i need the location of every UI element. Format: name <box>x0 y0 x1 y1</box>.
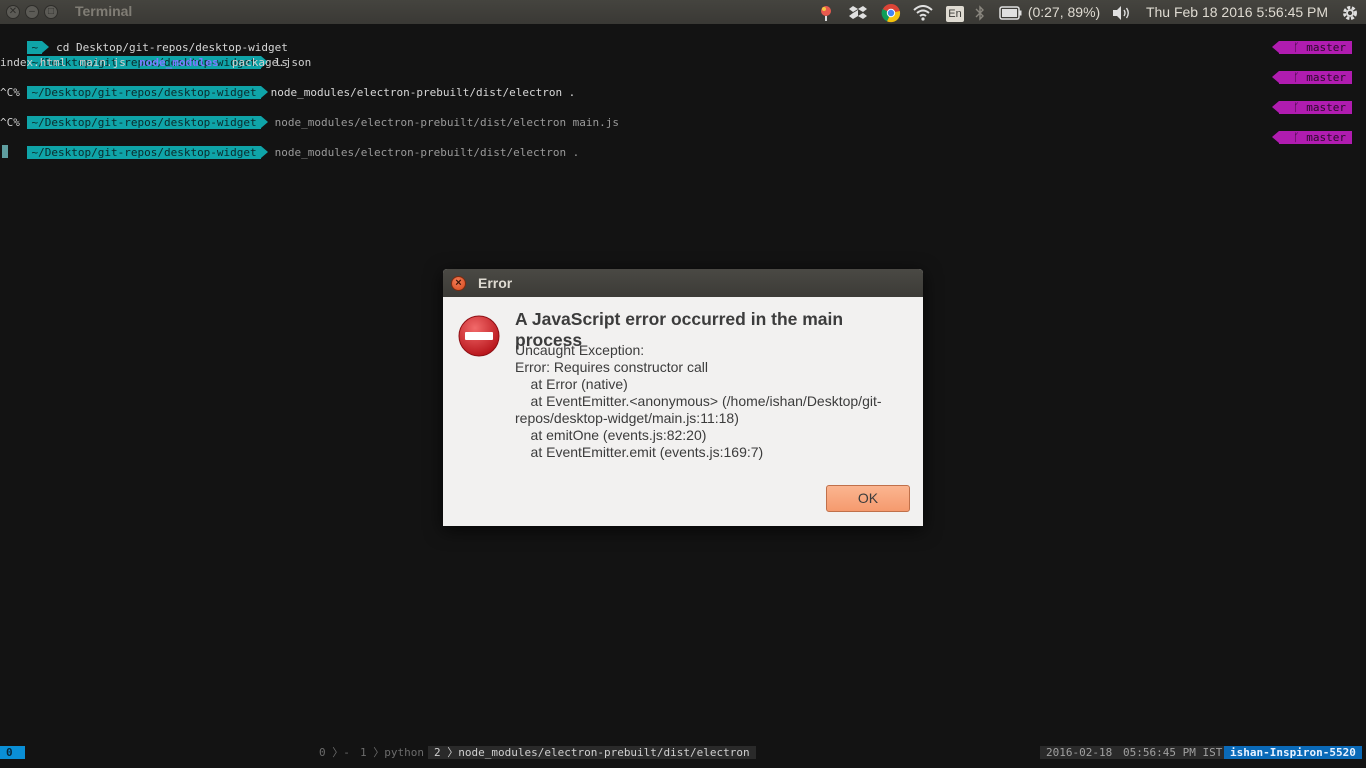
git-branch-badge: ᚴ master <box>1272 101 1352 114</box>
status-time: 05:56:45 PM IST <box>1117 746 1229 759</box>
message-line: Error: Requires constructor call <box>515 359 708 375</box>
prompt-segment: ~/Desktop/git-repos/desktop-widget <box>26 116 268 129</box>
window-title: Terminal <box>75 3 133 19</box>
window-name: - <box>343 746 350 759</box>
terminal-line: ~/Desktop/git-repos/desktop-widget node_m… <box>0 70 575 99</box>
git-branch-label: master <box>1306 71 1346 84</box>
dropbox-icon[interactable] <box>848 0 868 24</box>
window-index: 0 <box>319 746 326 759</box>
session-index: 0 <box>0 746 25 759</box>
dialog-titlebar[interactable]: × Error <box>443 269 923 297</box>
terminal-line: ~/Desktop/git-repos/desktop-widget node_m… <box>0 130 579 159</box>
bluetooth-icon[interactable] <box>973 0 987 24</box>
git-branch-badge: ᚴ master <box>1272 131 1352 144</box>
dialog-message: Uncaught Exception: Error: Requires cons… <box>515 342 915 461</box>
wifi-icon[interactable] <box>912 0 934 24</box>
ls-file: package.json <box>231 56 312 69</box>
ls-file: index.html <box>0 56 67 69</box>
window-name: node_modules/electron-prebuilt/dist/elec… <box>458 746 750 759</box>
terminal-cursor <box>2 145 8 158</box>
battery-status: (0:27, 89%) <box>1027 4 1101 20</box>
prompt-segment: ~/Desktop/git-repos/desktop-widget <box>26 86 268 99</box>
error-dialog: × Error A JavaScript error occurred in t… <box>443 269 923 526</box>
message-line: at Error (native) <box>515 376 628 392</box>
tmux-window-0[interactable]: 0 〉- <box>313 746 356 759</box>
tmux-status-bar: 0 0 〉- 1 〉python 2 〉node_modules/electro… <box>0 744 1366 761</box>
battery-icon[interactable] <box>998 0 1024 24</box>
git-branch-badge: ᚴ master <box>1272 71 1352 84</box>
interrupt-output: ^C% <box>0 86 20 99</box>
minimize-window-button[interactable]: – <box>25 5 39 19</box>
tmux-window-1[interactable]: 1 〉python <box>354 746 430 759</box>
dialog-title: Error <box>478 275 513 291</box>
git-branch-label: master <box>1306 41 1346 54</box>
settings-gear-icon[interactable] <box>1339 0 1361 24</box>
keyboard-layout-label: En <box>946 6 964 22</box>
ok-button[interactable]: OK <box>826 485 910 512</box>
interrupt-output: ^C% <box>0 116 20 129</box>
message-line: at EventEmitter.<anonymous> (/home/ishan… <box>515 393 882 409</box>
command-text: node_modules/electron-prebuilt/dist/elec… <box>274 146 580 159</box>
clock[interactable]: Thu Feb 18 2016 5:56:45 PM <box>1143 0 1331 24</box>
weather-icon[interactable] <box>816 0 836 24</box>
message-line: repos/desktop-widget/main.js:11:18) <box>515 410 739 426</box>
close-window-button[interactable]: ✕ <box>6 5 20 19</box>
window-name: python <box>384 746 424 759</box>
ls-output: index.html main.js node_modules package.… <box>0 55 311 70</box>
status-hostname: ishan-Inspiron-5520 <box>1224 746 1362 759</box>
window-index: 1 <box>360 746 367 759</box>
git-branch-label: master <box>1306 131 1346 144</box>
git-branch-badge: ᚴ master <box>1272 41 1352 54</box>
terminal-line: ~/Desktop/git-repos/desktop-widget ls <box>0 40 288 69</box>
ls-file: main.js <box>79 56 126 69</box>
command-text: node_modules/electron-prebuilt/dist/elec… <box>270 86 576 99</box>
command-text: node_modules/electron-prebuilt/dist/elec… <box>274 116 620 129</box>
error-stop-icon <box>458 315 500 357</box>
maximize-window-button[interactable]: □ <box>44 5 58 19</box>
window-index: 2 <box>434 746 441 759</box>
terminal-line: ~ cd Desktop/git-repos/desktop-widget <box>0 25 288 54</box>
terminal-line: ~/Desktop/git-repos/desktop-widget node_m… <box>0 100 619 129</box>
prompt-segment: ~/Desktop/git-repos/desktop-widget <box>26 146 268 159</box>
status-date: 2016-02-18 <box>1040 746 1119 759</box>
chrome-icon[interactable] <box>880 0 902 24</box>
top-panel: ✕ – □ Terminal En (0:27, 89%) Thu Feb 18… <box>0 0 1366 24</box>
dialog-close-button[interactable]: × <box>451 276 466 291</box>
message-line: at EventEmitter.emit (events.js:169:7) <box>515 444 764 460</box>
ls-directory: node_modules <box>139 56 219 69</box>
keyboard-layout-icon[interactable]: En <box>945 0 965 24</box>
git-branch-label: master <box>1306 101 1346 114</box>
message-line: Uncaught Exception: <box>515 342 645 358</box>
volume-icon[interactable] <box>1110 0 1132 24</box>
tmux-window-2-active[interactable]: 2 〉node_modules/electron-prebuilt/dist/e… <box>428 746 756 759</box>
message-line: at emitOne (events.js:82:20) <box>515 427 707 443</box>
